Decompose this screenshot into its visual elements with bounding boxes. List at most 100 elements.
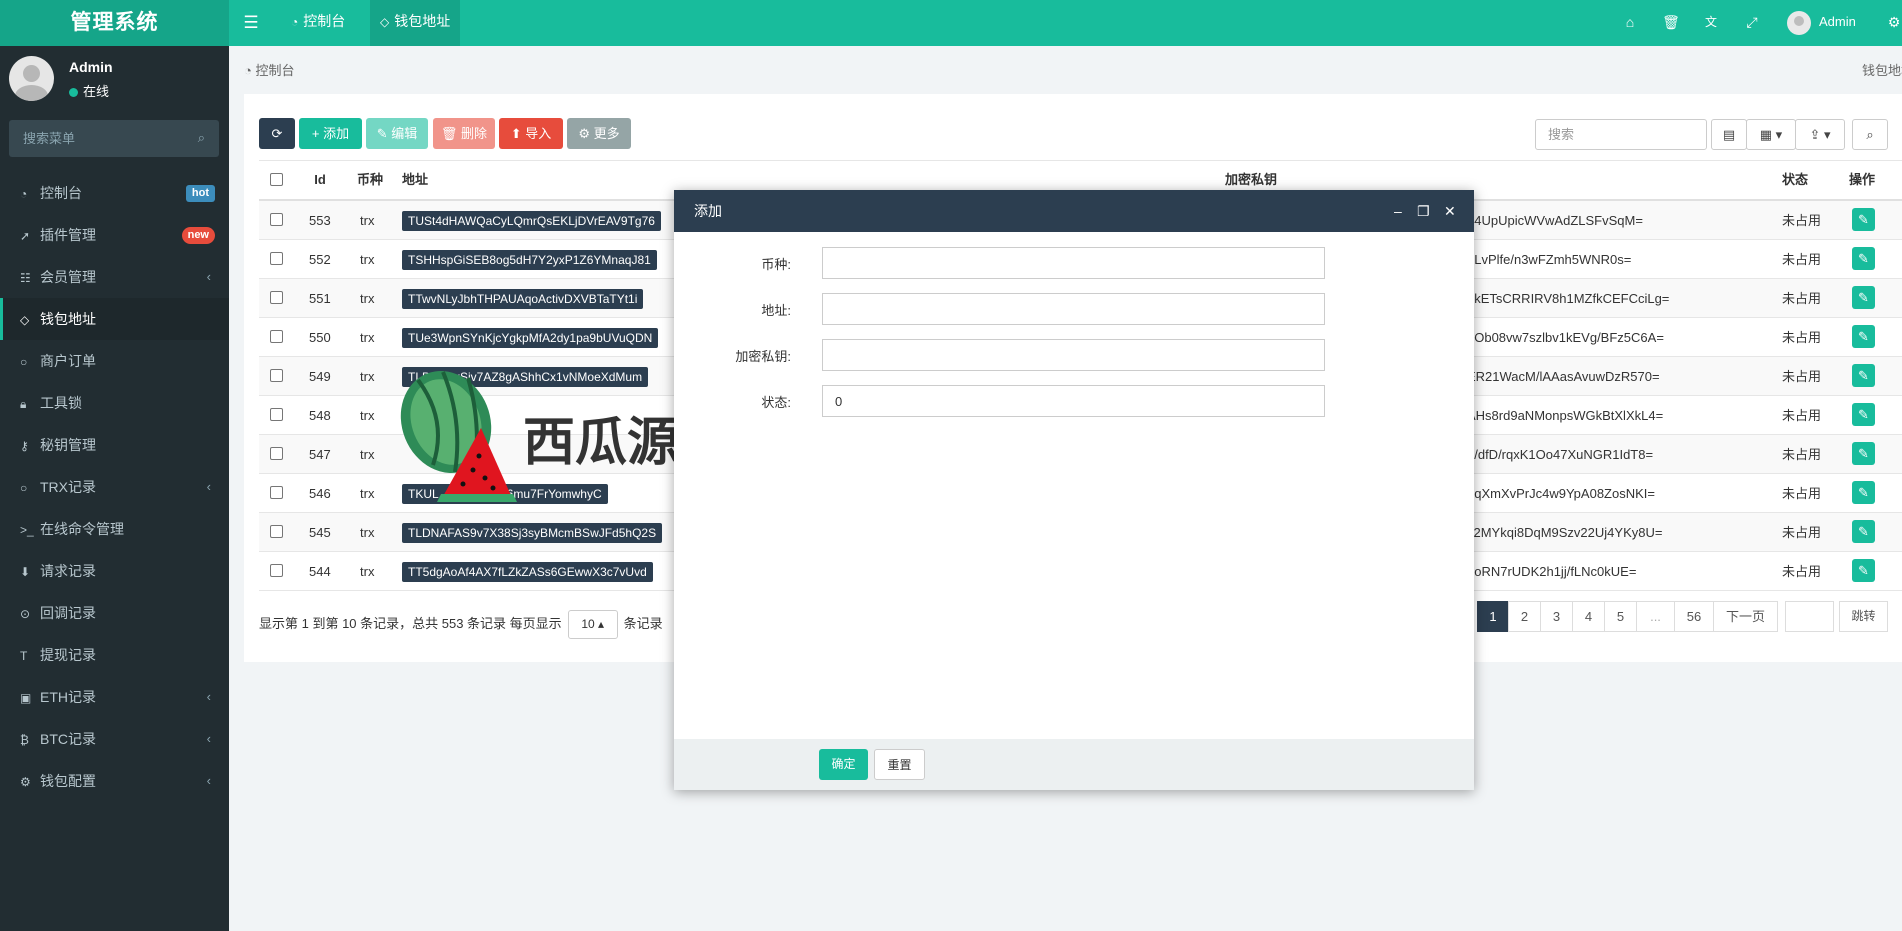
page-link[interactable]: 5 [1604,601,1637,632]
row-checkbox[interactable] [270,525,283,538]
circle-icon: ○ [20,355,28,369]
column-header-status[interactable]: 状态 [1782,161,1808,199]
plus-icon: + [311,126,324,141]
close-icon[interactable]: ✕ [1444,190,1456,232]
row-checkbox[interactable] [270,408,283,421]
column-header-address[interactable]: 地址 [402,161,428,199]
add-button[interactable]: + 添加 [299,118,362,149]
sidebar-item-callback-records[interactable]: ⊙ 回调记录 [0,592,229,634]
sidebar-item-trx-records[interactable]: ○ TRX记录 ‹ [0,466,229,508]
export-button[interactable]: ⇪ ▾ [1795,119,1845,150]
next-page-link[interactable]: 下一页 [1713,601,1778,632]
status-field[interactable] [822,385,1325,417]
sidebar-item-keys[interactable]: ⚷ 秘钥管理 [0,424,229,466]
row-checkbox[interactable] [270,486,283,499]
toggle-view-button[interactable]: ▤ [1711,119,1747,150]
row-checkbox[interactable] [270,369,283,382]
row-checkbox[interactable] [270,252,283,265]
app-logo[interactable]: 管理系统 [0,0,229,46]
sidebar-item-eth-records[interactable]: ▣ ETH记录 ‹ [0,676,229,718]
import-button[interactable]: ⬆ 导入 [499,118,563,149]
lock-icon: 🔒︎ [20,397,27,411]
sidebar-item-merchant-orders[interactable]: ○ 商户订单 [0,340,229,382]
home-icon[interactable]: ⌂ [1618,0,1642,46]
tab-dashboard[interactable]: ◔ 控制台 [281,0,355,46]
address-field[interactable] [822,293,1325,325]
sidebar-item-withdraw-records[interactable]: T 提现记录 [0,634,229,676]
row-edit-button[interactable]: ✎ [1852,481,1875,504]
page-link[interactable]: 4 [1572,601,1605,632]
dashboard-icon: ◔ [20,187,28,201]
row-edit-button[interactable]: ✎ [1852,442,1875,465]
row-checkbox[interactable] [270,447,283,460]
search-button[interactable]: ⌕ [1852,119,1888,150]
address-tag: TKUL...8gY48gmp6mu7FrYomwhyC [402,484,608,504]
dialog-header: 添加 – ❐ ✕ [674,190,1474,232]
column-header-id[interactable]: Id [305,161,335,199]
row-edit-button[interactable]: ✎ [1852,247,1875,270]
page-link[interactable]: 2 [1508,601,1541,632]
row-edit-button[interactable]: ✎ [1852,286,1875,309]
more-button[interactable]: ⚙ 更多 [567,118,631,149]
address-tag: TLBxxxxxSiv7AZ8gAShhCx1vNMoeXdMum [402,367,649,387]
user-menu[interactable]: Admin [1787,0,1877,46]
row-checkbox[interactable] [270,213,283,226]
trash-icon[interactable]: 🗑 [1659,0,1683,46]
confirm-button[interactable]: 确定 [819,749,868,780]
page-size-select[interactable]: 10 ▴ [567,610,618,639]
field-label-status: 状态: [761,395,791,410]
sidebar-item-dashboard[interactable]: ◔ 控制台 hot [0,172,229,214]
menu-search-input[interactable] [9,120,179,157]
page-ellipsis: ... [1636,601,1675,632]
circle-icon: ○ [20,481,28,495]
page-link[interactable]: 1 [1477,601,1509,632]
row-edit-button[interactable]: ✎ [1852,520,1875,543]
row-edit-button[interactable]: ✎ [1852,403,1875,426]
pencil-icon: ✎ [1858,290,1869,305]
jump-button[interactable]: 跳转 [1839,601,1888,632]
row-edit-button[interactable]: ✎ [1852,364,1875,387]
row-edit-button[interactable]: ✎ [1852,208,1875,231]
tab-wallet-address[interactable]: ◇ 钱包地址 [370,0,461,46]
private-key-field[interactable] [822,339,1325,371]
row-checkbox[interactable] [270,330,283,343]
sidebar-toggle-icon[interactable]: ☰ [229,0,273,46]
sidebar-item-plugins[interactable]: ➚ 插件管理 new [0,214,229,256]
sidebar-item-request-records[interactable]: ⬇ 请求记录 [0,550,229,592]
download-icon: ⬇ [20,565,31,579]
search-icon[interactable]: ⌕ [198,130,205,146]
page-link[interactable]: 3 [1540,601,1573,632]
coin-field[interactable] [822,247,1325,279]
reset-button[interactable]: 重置 [874,749,925,780]
row-checkbox[interactable] [270,291,283,304]
fullscreen-icon[interactable]: ⤢ [1740,0,1764,46]
sidebar-item-wallet-address[interactable]: ◇ 钱包地址 [0,298,229,340]
table-icon: ▤ [1722,127,1736,142]
row-edit-button[interactable]: ✎ [1852,559,1875,582]
sidebar-item-btc-records[interactable]: ₿ BTC记录 ‹ [0,718,229,760]
column-header-coin[interactable]: 币种 [355,161,385,199]
page-link[interactable]: 56 [1674,601,1714,632]
table-search-input[interactable] [1535,119,1707,150]
refresh-button[interactable]: ⟳ [259,118,295,149]
row-checkbox[interactable] [270,564,283,577]
language-icon[interactable]: 文 [1699,0,1723,46]
minimize-icon[interactable]: – [1394,190,1402,232]
edit-button[interactable]: ✎ 编辑 [366,118,428,149]
select-all-checkbox[interactable] [270,173,283,186]
sidebar-item-tool-lock[interactable]: 🔒︎ 工具锁 [0,382,229,424]
jump-page-input[interactable] [1785,601,1834,632]
gear-icon[interactable]: ⚙ [1886,0,1902,46]
column-header-action: 操作 [1849,172,1876,187]
maximize-icon[interactable]: ❐ [1417,190,1430,232]
columns-button[interactable]: ▦ ▾ [1746,119,1796,150]
chevron-left-icon: ‹ [206,269,211,284]
sidebar-item-members[interactable]: ☷ 会员管理 ‹ [0,256,229,298]
pencil-icon: ✎ [1858,485,1869,500]
sidebar-item-commands[interactable]: >_ 在线命令管理 [0,508,229,550]
delete-button[interactable]: 🗑 删除 [433,118,495,149]
sidebar-item-wallet-config[interactable]: ⚙ 钱包配置 ‹ [0,760,229,802]
pencil-icon: ✎ [1858,563,1869,578]
online-dot-icon [69,88,78,98]
row-edit-button[interactable]: ✎ [1852,325,1875,348]
